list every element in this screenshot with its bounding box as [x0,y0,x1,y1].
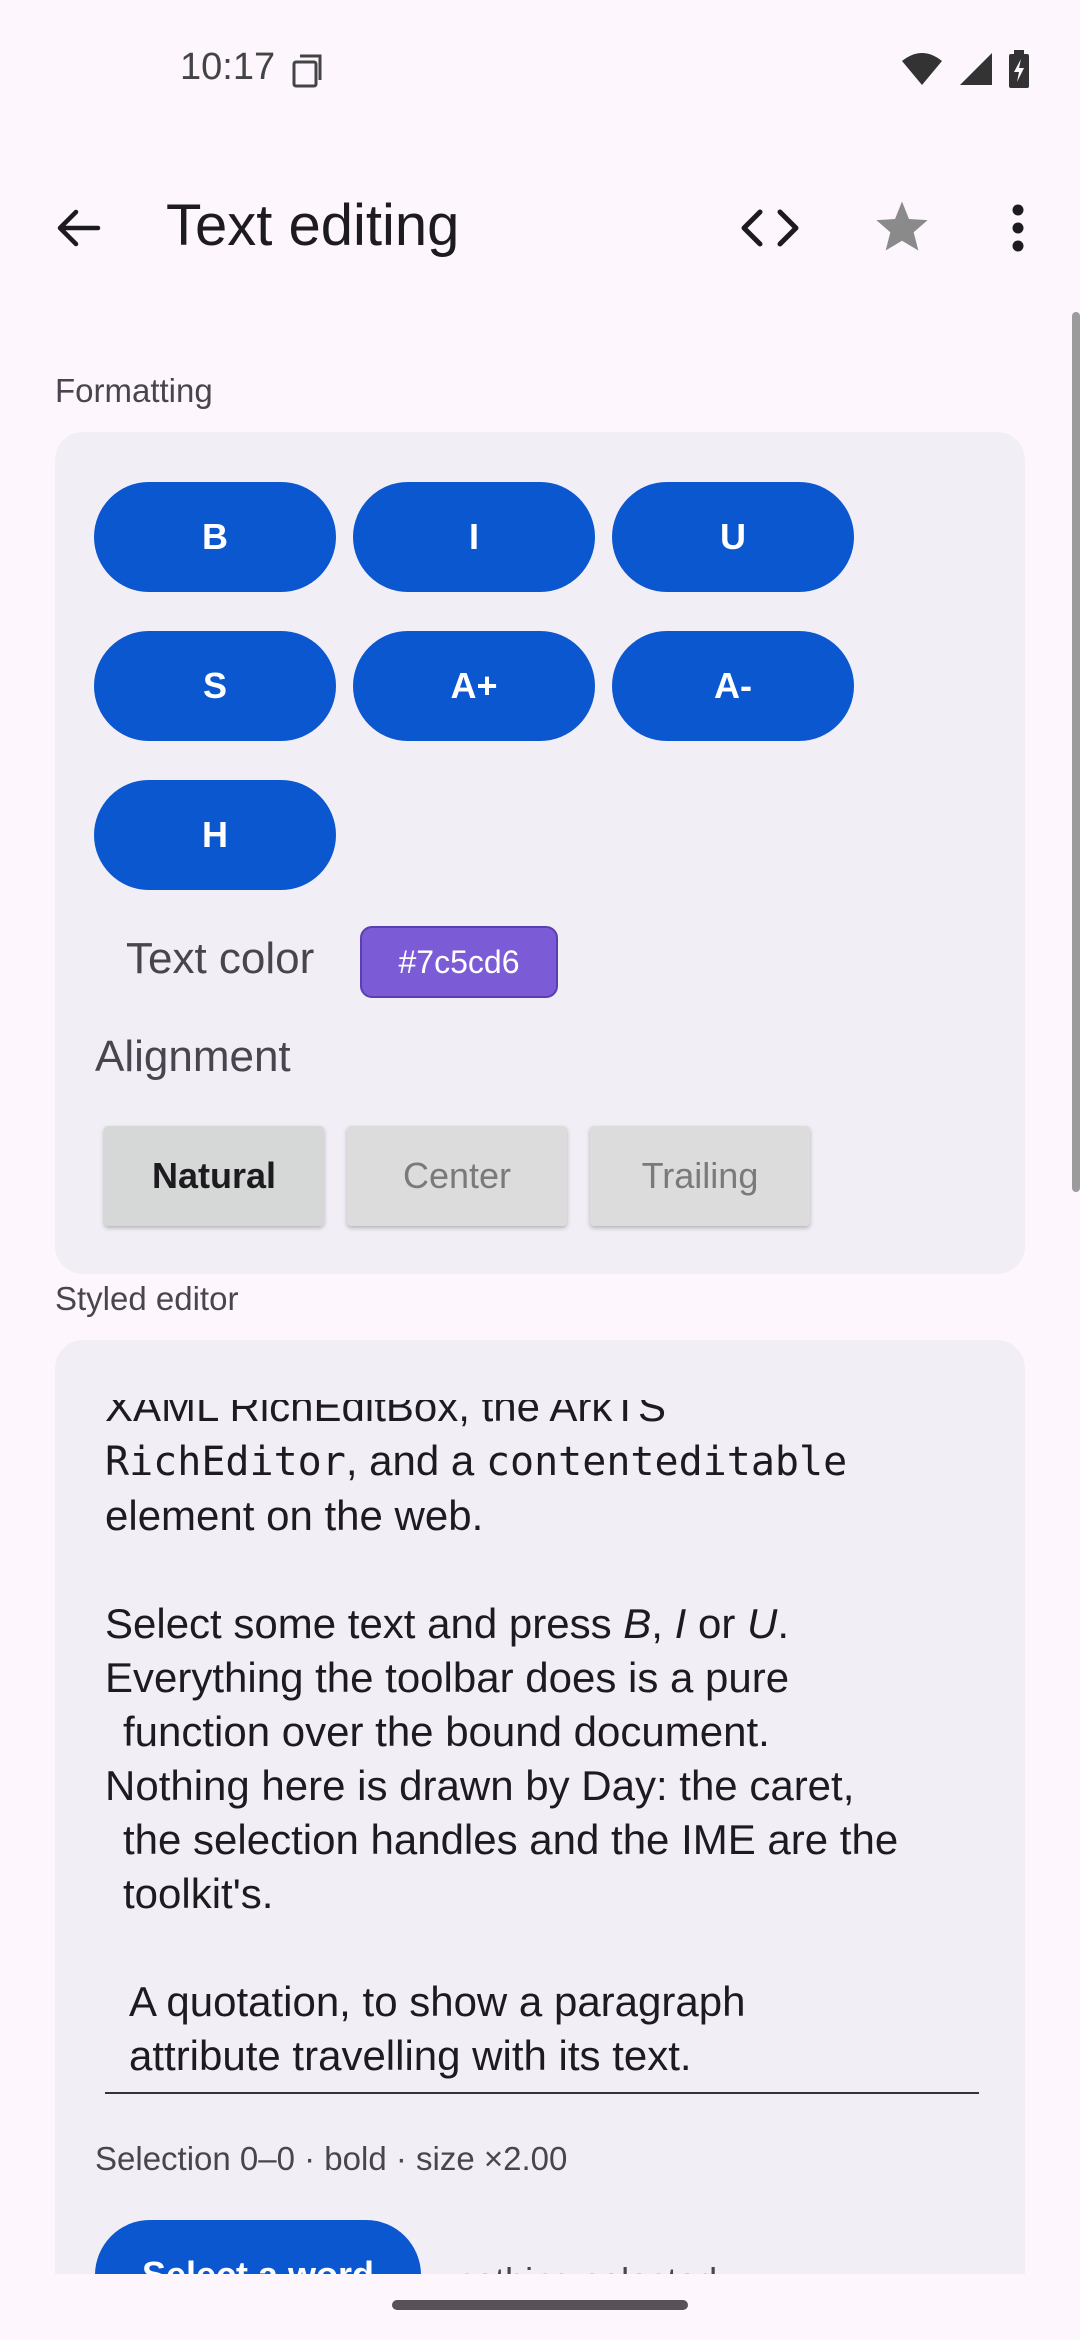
view-source-button[interactable] [732,190,808,266]
rich-text-editor[interactable]: XAML RichEditBox, the ArkTS RichEditor, … [105,1400,985,2090]
status-icons [900,50,1030,88]
underline-button[interactable]: U [612,482,854,592]
favorite-button[interactable] [864,188,940,264]
page-title: Text editing [166,193,460,258]
editor-quote-line: A quotation, to show a paragraph [129,1978,746,2025]
status-bar: 10:17 [0,0,1080,140]
formatting-section-label: Formatting [55,372,213,409]
italic-button[interactable]: I [353,482,595,592]
signal-icon [960,53,992,85]
editor-content: XAML RichEditBox, the ArkTS RichEditor, … [105,1400,985,2083]
editor-line: the selection handles and the IME are th… [123,1816,899,1863]
arrow-back-icon [57,209,101,247]
top-app-bar: Text editing [0,170,1080,282]
editor-line: Nothing here is drawn by Day: the caret, [105,1762,855,1809]
align-natural-button[interactable]: Natural [104,1126,324,1226]
wifi-icon [902,53,942,85]
styled-editor-card: XAML RichEditBox, the ArkTS RichEditor, … [55,1340,1025,2274]
back-button[interactable] [40,190,116,266]
code-icon [741,209,799,247]
text-color-swatch[interactable]: #7c5cd6 [360,926,558,998]
gesture-navigation-bar[interactable] [392,2300,688,2310]
highlight-button[interactable]: H [94,780,336,890]
alignment-label: Alignment [95,1032,291,1081]
styled-editor-section-label: Styled editor [55,1280,239,1317]
formatting-card: B I U S A+ A- H Text color #7c5cd6 Align… [55,432,1025,1274]
battery-icon [1009,50,1029,88]
editor-line: toolkit's. [123,1870,274,1917]
strikethrough-button[interactable]: S [94,631,336,741]
more-vert-icon [1012,204,1024,252]
status-time: 10:17 [180,46,276,88]
star-icon [876,201,928,251]
editor-blank-line [105,1543,985,1597]
increase-size-button[interactable]: A+ [353,631,595,741]
editor-line: RichEditor, and a contenteditable [105,1437,848,1485]
editor-line: element on the web. [105,1492,484,1539]
selection-hint: nothing selected [455,2260,717,2274]
more-options-button[interactable] [990,188,1046,268]
editor-line: function over the bound document. [123,1708,770,1755]
editor-line: Select some text and press B, I or U. [105,1600,789,1647]
content-area: Formatting B I U S A+ A- H Text color #7… [0,300,1080,2274]
editor-blank-line [105,1921,985,1975]
selection-status: Selection 0–0 · bold · size ×2.00 [95,2140,568,2177]
editor-line: XAML RichEditBox, the ArkTS [105,1400,666,1430]
select-word-button[interactable]: Select a word [95,2220,421,2274]
decrease-size-button[interactable]: A- [612,631,854,741]
bold-button[interactable]: B [94,482,336,592]
editor-quote-line: attribute travelling with its text. [129,2032,692,2079]
editor-underline [105,2092,979,2094]
sim-card-icon [292,54,322,88]
text-color-label: Text color [126,934,315,983]
editor-line: Everything the toolbar does is a pure [105,1654,790,1701]
align-center-button[interactable]: Center [347,1126,567,1226]
align-trailing-button[interactable]: Trailing [590,1126,810,1226]
